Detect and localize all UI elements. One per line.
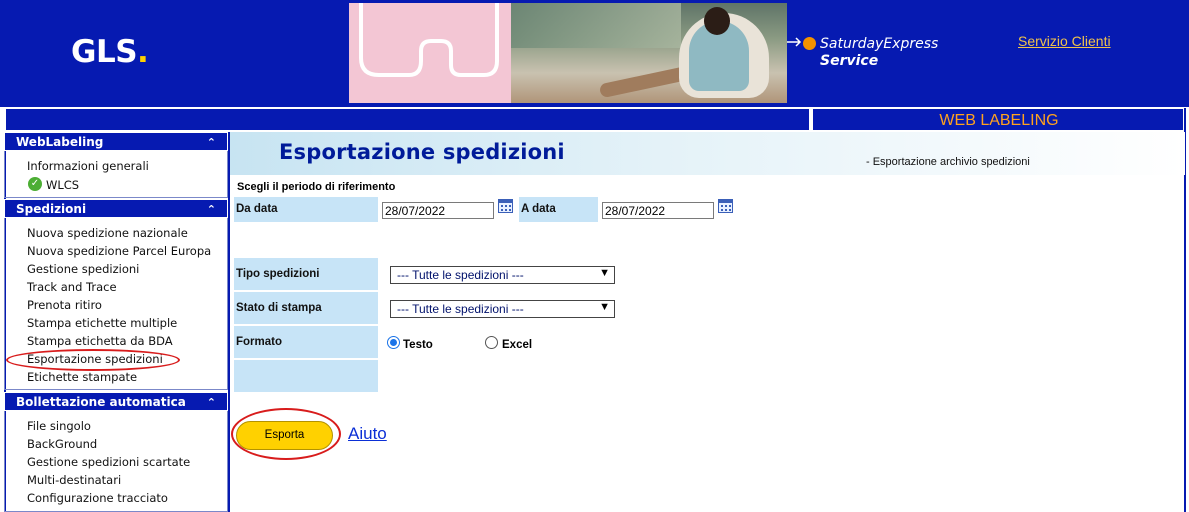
sidebar-item-nuova-spedizione-nazionale[interactable]: Nuova spedizione nazionale bbox=[27, 226, 188, 240]
sidebar-item-track-and-trace[interactable]: Track and Trace bbox=[27, 280, 117, 294]
top-strip bbox=[5, 108, 810, 131]
chevron-down-icon: ▼ bbox=[599, 267, 610, 279]
sidebar-item-stampa-etichette-multiple[interactable]: Stampa etichette multiple bbox=[27, 316, 177, 330]
collapse-chevron-icon[interactable]: ⌃ bbox=[207, 133, 216, 152]
format-option-excel[interactable]: Excel bbox=[502, 339, 532, 351]
arrow-right-icon bbox=[787, 37, 802, 47]
sidebar-item-prenota-ritiro[interactable]: Prenota ritiro bbox=[27, 298, 102, 312]
print-status-label: Stato di stampa bbox=[234, 292, 378, 324]
sidebar-item-background[interactable]: BackGround bbox=[27, 437, 97, 451]
help-link[interactable]: Aiuto bbox=[348, 424, 387, 444]
empty-label-cell bbox=[234, 360, 378, 392]
shipment-type-label: Tipo spedizioni bbox=[234, 258, 378, 290]
sidebar-section-bollettazione-automatica[interactable]: Bollettazione automatica ⌃ bbox=[4, 392, 228, 411]
sidebar-item-etichette-stampate[interactable]: Etichette stampate bbox=[27, 370, 137, 384]
calendar-icon[interactable] bbox=[498, 199, 513, 213]
promo-banner[interactable] bbox=[349, 3, 787, 103]
from-date-label: Da data bbox=[234, 197, 378, 222]
sidebar-item-stampa-etichetta-da-bda[interactable]: Stampa etichetta da BDA bbox=[27, 334, 173, 348]
banner-person-head bbox=[704, 7, 730, 35]
period-label: Scegli il periodo di riferimento bbox=[237, 181, 396, 193]
shipment-type-select[interactable]: --- Tutte le spedizioni --- ▼ bbox=[390, 266, 615, 284]
chevron-down-icon: ▼ bbox=[599, 301, 610, 313]
app-title-strip: WEB LABELING bbox=[812, 108, 1184, 131]
section-title: Bollettazione automatica bbox=[16, 395, 186, 409]
collapse-chevron-icon[interactable]: ⌃ bbox=[207, 200, 216, 219]
saturday-service-label[interactable]: Service bbox=[820, 53, 878, 69]
collapse-chevron-icon[interactable]: ⌃ bbox=[207, 393, 216, 412]
highlight-annotation-ellipse bbox=[6, 349, 180, 371]
sidebar-item-gestione-spedizioni[interactable]: Gestione spedizioni bbox=[27, 262, 139, 276]
customer-service-link[interactable]: Servizio Clienti bbox=[1018, 33, 1111, 49]
gls-logo[interactable]: GLS. bbox=[71, 34, 149, 70]
sidebar-item-multi-destinatari[interactable]: Multi-destinatari bbox=[27, 473, 121, 487]
sidebar-section-spedizioni[interactable]: Spedizioni ⌃ bbox=[4, 199, 228, 218]
format-radio-excel[interactable] bbox=[485, 336, 498, 349]
format-label: Formato bbox=[234, 326, 378, 358]
banner-window bbox=[511, 3, 681, 48]
banner-pink-panel bbox=[349, 3, 511, 103]
highlight-annotation-ellipse bbox=[231, 408, 341, 460]
section-title: WebLabeling bbox=[16, 135, 104, 149]
print-status-value: --- Tutte le spedizioni --- bbox=[397, 302, 524, 316]
sidebar-section-weblabeling[interactable]: WebLabeling ⌃ bbox=[4, 132, 228, 151]
calendar-icon[interactable] bbox=[718, 199, 733, 213]
sidebar-item-file-singolo[interactable]: File singolo bbox=[27, 419, 91, 433]
sidebar-item-wlcs[interactable]: WLCS bbox=[46, 178, 79, 192]
format-option-testo[interactable]: Testo bbox=[403, 339, 433, 351]
from-date-input[interactable]: 28/07/2022 bbox=[382, 202, 494, 219]
logo-text: GLS bbox=[71, 34, 138, 70]
sidebar-item-configurazione-tracciato[interactable]: Configurazione tracciato bbox=[27, 491, 168, 505]
format-radio-testo[interactable] bbox=[387, 336, 400, 349]
orange-dot-icon bbox=[803, 37, 816, 50]
logo-dot: . bbox=[137, 34, 149, 70]
sidebar-item-informazioni-generali[interactable]: Informazioni generali bbox=[27, 159, 149, 173]
sidebar-item-gestione-spedizioni-scartate[interactable]: Gestione spedizioni scartate bbox=[27, 455, 190, 469]
section-title: Spedizioni bbox=[16, 202, 87, 216]
sidebar-item-nuova-spedizione-parcel-europa[interactable]: Nuova spedizione Parcel Europa bbox=[27, 244, 211, 258]
to-date-label: A data bbox=[519, 197, 598, 222]
saturday-express-label[interactable]: SaturdayExpress bbox=[820, 36, 938, 53]
page-subtitle: - Esportazione archivio spedizioni bbox=[866, 156, 1030, 168]
to-date-input[interactable]: 28/07/2022 bbox=[602, 202, 714, 219]
page-title: Esportazione spedizioni bbox=[279, 140, 565, 164]
shipment-type-value: --- Tutte le spedizioni --- bbox=[397, 268, 524, 282]
print-status-select[interactable]: --- Tutte le spedizioni --- ▼ bbox=[390, 300, 615, 318]
check-circle-icon: ✓ bbox=[28, 177, 42, 191]
app-title: WEB LABELING bbox=[939, 112, 1059, 129]
banner-line-graphic bbox=[359, 3, 499, 77]
